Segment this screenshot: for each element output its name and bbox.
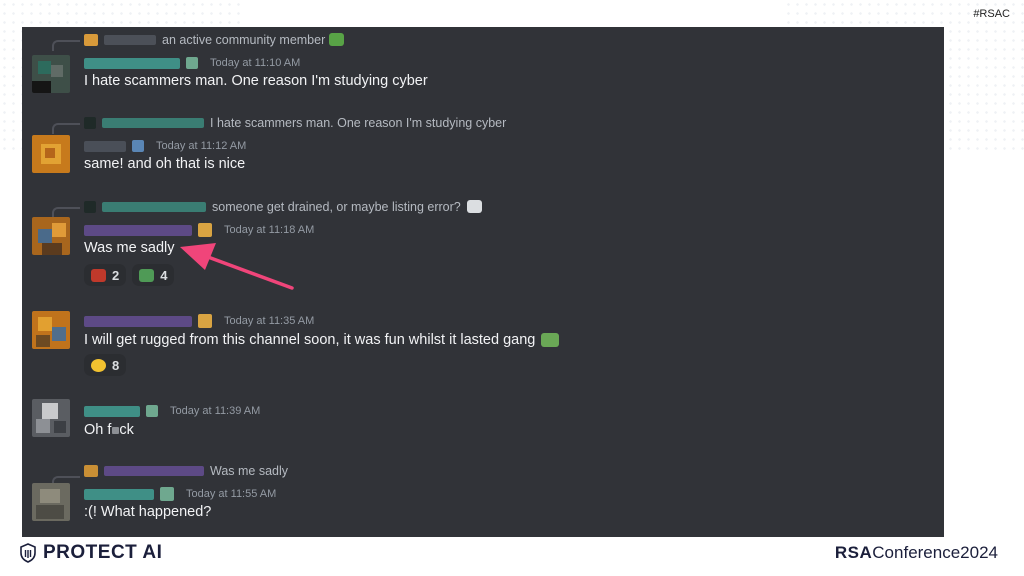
message-text: same! and oh that is nice [84,156,246,172]
redacted-username [102,201,206,212]
crocodile-emoji [139,268,155,282]
message-header: Today at 11:18 AM [84,221,314,239]
redacted-avatar [84,464,98,477]
message-header: Today at 11:12 AM [84,137,246,155]
redacted-badge [198,314,212,328]
rsa-conference-logo: RSAConference2024 [835,543,998,563]
redacted-username [104,465,204,476]
reaction-count: 8 [112,357,120,373]
avatar[interactable] [32,399,70,437]
conference-wordmark: Conference [872,543,961,562]
message-timestamp: Today at 11:10 AM [210,57,301,69]
redacted-username[interactable] [84,405,140,417]
message-text-end: ck [119,422,134,438]
redacted-avatar [84,33,98,46]
message-header: Today at 11:35 AM [84,312,314,330]
reaction-button[interactable]: 8 [84,354,127,376]
reply-preview-text: someone get drained, or maybe listing er… [212,199,461,214]
redacted-username [104,34,156,45]
rsa-wordmark: RSA [834,543,873,562]
avatar[interactable] [32,217,70,255]
redacted-username[interactable] [84,315,192,327]
reaction-count: 4 [160,267,168,283]
redacted-avatar [84,116,96,129]
redacted-username[interactable] [84,224,192,236]
reply-preview-text: Was me sadly [210,463,289,478]
message-text: I will get rugged from this channel soon… [84,332,560,348]
redacted-username [102,117,204,128]
reply-preview-text: I hate scammers man. One reason I'm stud… [210,115,507,130]
crying-face-emoji [91,358,106,372]
reaction-bar: 2 4 [84,264,175,286]
image-icon [466,200,482,213]
message-header: Today at 11:10 AM [84,54,300,72]
reaction-count: 2 [112,267,120,283]
redacted-badge [186,57,198,69]
message-header: Today at 11:55 AM [84,485,276,503]
message-text: :(! What happened? [84,504,212,520]
message-text-body: I will get rugged from this channel soon… [84,332,536,348]
message-timestamp: Today at 11:39 AM [170,405,261,417]
conference-year: 2024 [960,543,998,562]
frog-emoji [329,33,345,46]
protect-ai-logo: PROTECT AI [20,542,162,564]
message-text: Was me sadly [84,240,175,256]
reaction-bar: 8 [84,354,127,376]
message-timestamp: Today at 11:12 AM [156,140,247,152]
message-header: Today at 11:39 AM [84,402,260,420]
reply-preview-text: an active community member [162,32,326,47]
reaction-button[interactable]: 4 [132,264,175,286]
shield-icon [20,543,36,563]
avatar[interactable] [32,135,70,173]
reply-preview[interactable]: an active community member [84,30,345,49]
reply-preview[interactable]: someone get drained, or maybe listing er… [84,197,482,216]
redacted-username[interactable] [84,140,126,152]
reaction-button[interactable]: 2 [84,264,127,286]
redacted-username[interactable] [84,57,180,69]
avatar[interactable] [32,55,70,93]
message-timestamp: Today at 11:55 AM [186,488,277,500]
redacted-username[interactable] [84,488,154,500]
redacted-badge [198,223,212,237]
censor-blur [111,426,119,434]
reply-preview[interactable]: Was me sadly [84,461,288,480]
protect-ai-wordmark: PROTECT AI [43,542,163,563]
avatar[interactable] [32,311,70,349]
message-timestamp: Today at 11:18 AM [224,224,315,236]
avatar[interactable] [32,483,70,521]
pepe-money-emoji [541,333,560,347]
redacted-badge [132,140,144,152]
message-text: I hate scammers man. One reason I'm stud… [84,73,428,89]
discord-chat-screenshot: an active community member Today at 11:1… [22,27,944,537]
message-text: Oh f ck [84,422,134,438]
redacted-avatar [84,200,96,213]
message-timestamp: Today at 11:35 AM [224,315,315,327]
slide-hashtag: #RSAC [973,8,1010,20]
redacted-badge [160,487,174,501]
reply-preview[interactable]: I hate scammers man. One reason I'm stud… [84,113,506,132]
frog-face-emoji [91,268,106,282]
message-text-start: Oh f [84,422,112,438]
redacted-badge [146,405,158,417]
